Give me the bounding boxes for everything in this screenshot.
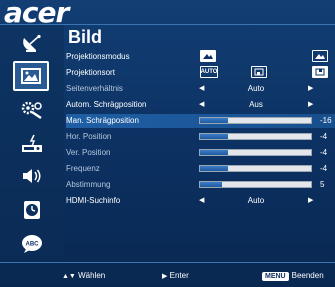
- row-label: Abstimmung: [66, 180, 111, 189]
- right-arrow-icon[interactable]: ▶: [308, 196, 313, 204]
- projection-location-rear-icon[interactable]: [312, 66, 328, 78]
- menu-row-frequenz[interactable]: Frequenz -4: [66, 162, 335, 176]
- row-label: Projektionsmodus: [66, 52, 130, 61]
- projection-location-front-icon[interactable]: [251, 66, 267, 78]
- sidebar: ABC: [0, 25, 64, 262]
- menu-row-projektionsort[interactable]: Projektionsort AUTO: [66, 66, 335, 80]
- hor-position-slider[interactable]: [199, 133, 312, 140]
- menu-row-seitenverhaeltnis[interactable]: Seitenverhältnis ◀ Auto ▶: [66, 82, 335, 96]
- row-label: Ver. Position: [66, 148, 111, 157]
- projection-mode-eco-icon[interactable]: [312, 50, 328, 62]
- slider-fill: [200, 166, 228, 171]
- keystone-slider[interactable]: [199, 117, 312, 124]
- page-title: Bild: [68, 27, 102, 47]
- menu-key-badge: MENU: [262, 272, 289, 281]
- slider-fill: [200, 134, 228, 139]
- frequency-slider[interactable]: [199, 165, 312, 172]
- projector-management-icon[interactable]: [19, 133, 45, 155]
- left-arrow-icon[interactable]: ◀: [199, 196, 204, 204]
- slider-fill: [200, 118, 228, 123]
- footer-bar: ▲▼ Wählen ▶ Enter MENU Beenden: [0, 262, 335, 287]
- row-value: Auto: [247, 84, 265, 93]
- footer-enter-hint: ▶ Enter: [162, 271, 189, 280]
- menu-row-man-schraegposition[interactable]: Man. Schrägposition -16: [66, 114, 335, 128]
- settings-tools-icon[interactable]: [19, 99, 45, 121]
- projection-location-auto-button[interactable]: AUTO: [200, 66, 218, 78]
- menu-row-hor-position[interactable]: Hor. Position -4: [66, 130, 335, 144]
- menu-row-projektionsmodus[interactable]: Projektionsmodus: [66, 50, 335, 64]
- tracking-slider[interactable]: [199, 181, 312, 188]
- slider-value: -4: [320, 164, 328, 173]
- row-label: Hor. Position: [66, 132, 112, 141]
- slider-fill: [200, 150, 228, 155]
- up-down-arrow-icon: ▲▼: [62, 273, 76, 280]
- menu-row-ver-position[interactable]: Ver. Position -4: [66, 146, 335, 160]
- footer-select-hint: ▲▼ Wählen: [62, 271, 105, 280]
- row-label: Frequenz: [66, 164, 100, 173]
- osd-menu: acer ABC Bild Projektionsmodus Projektio…: [0, 0, 335, 287]
- row-label: Seitenverhältnis: [66, 84, 123, 93]
- row-label: HDMI-Suchinfo: [66, 196, 121, 205]
- right-arrow-icon[interactable]: ▶: [308, 100, 313, 108]
- right-arrow-icon[interactable]: ▶: [308, 84, 313, 92]
- picture-icon[interactable]: [13, 61, 49, 91]
- footer-enter-label: Enter: [169, 271, 189, 280]
- right-arrow-icon: ▶: [162, 273, 168, 280]
- footer-select-label: Wählen: [78, 271, 106, 280]
- menu-row-autom-schraegposition[interactable]: Autom. Schrägposition ◀ Aus ▶: [66, 98, 335, 112]
- slider-fill: [200, 182, 223, 187]
- left-arrow-icon[interactable]: ◀: [199, 100, 204, 108]
- menu-row-abstimmung[interactable]: Abstimmung 5: [66, 178, 335, 192]
- satellite-dish-icon[interactable]: [19, 33, 45, 55]
- slider-value: -4: [320, 148, 328, 157]
- footer-exit-label: Beenden: [291, 271, 324, 280]
- row-value: Aus: [249, 100, 263, 109]
- projection-mode-standard-icon[interactable]: [200, 50, 216, 62]
- svg-text:ABC: ABC: [26, 242, 40, 248]
- left-arrow-icon[interactable]: ◀: [199, 84, 204, 92]
- row-value: Auto: [247, 196, 265, 205]
- row-label: Projektionsort: [66, 68, 115, 77]
- footer-exit-hint: MENU Beenden: [262, 271, 324, 281]
- row-label: Autom. Schrägposition: [66, 100, 147, 109]
- ver-position-slider[interactable]: [199, 149, 312, 156]
- speaker-icon[interactable]: [19, 165, 45, 187]
- slider-value: -16: [320, 116, 332, 125]
- slider-value: -4: [320, 132, 328, 141]
- menu-row-hdmi-suchinfo[interactable]: HDMI-Suchinfo ◀ Auto ▶: [66, 194, 335, 208]
- language-abc-icon[interactable]: ABC: [19, 233, 45, 255]
- slider-value: 5: [320, 180, 325, 189]
- clock-icon[interactable]: [19, 199, 45, 221]
- row-label: Man. Schrägposition: [66, 116, 139, 125]
